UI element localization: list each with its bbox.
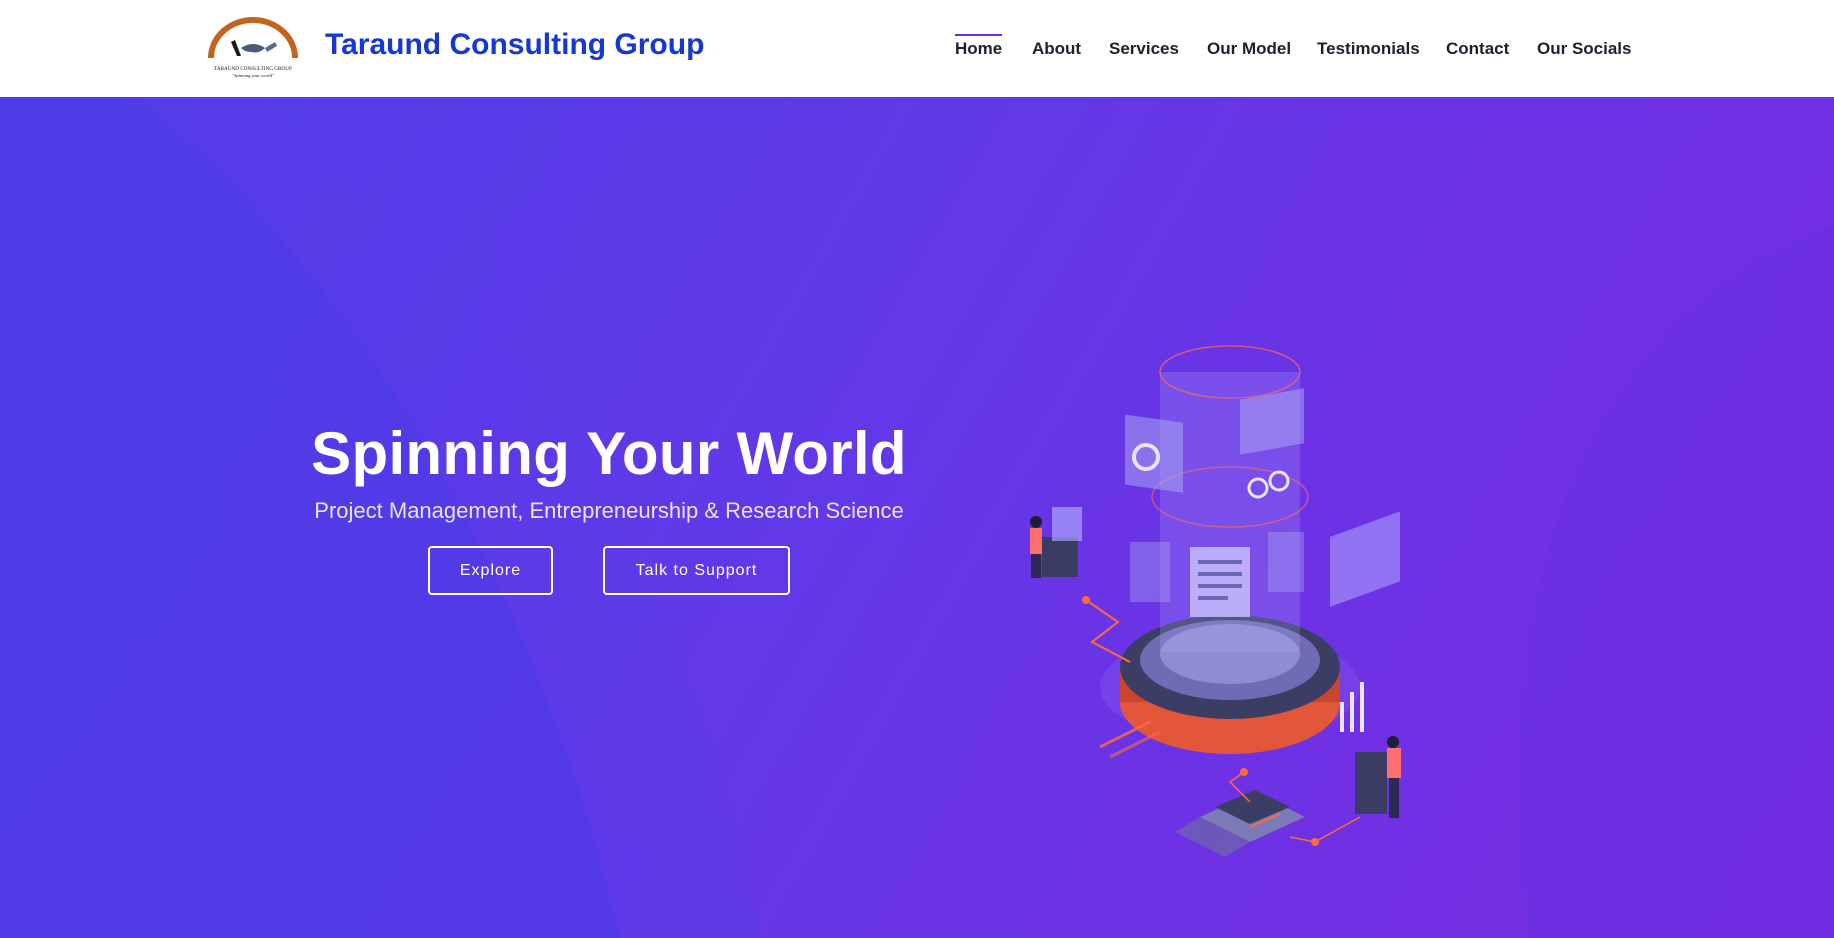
- logo-tagline: "Spinning your world": [232, 73, 274, 78]
- nav-contact-label: Contact: [1446, 39, 1510, 58]
- nav-about-label: About: [1032, 39, 1082, 58]
- nav-services[interactable]: Services: [1109, 36, 1179, 59]
- brand-name[interactable]: Taraund Consulting Group: [325, 28, 704, 62]
- nav-our-model[interactable]: Our Model: [1207, 36, 1291, 59]
- logo-caption: TARAUND CONSULTING GROUP: [214, 66, 292, 72]
- nav-testimonials[interactable]: Testimonials: [1317, 36, 1420, 59]
- nav-testimonials-label: Testimonials: [1317, 39, 1420, 58]
- nav-services-label: Services: [1109, 39, 1179, 58]
- nav-about[interactable]: About: [1032, 36, 1081, 59]
- nav-our-socials-label: Our Socials: [1537, 39, 1632, 58]
- nav-contact[interactable]: Contact: [1446, 36, 1509, 59]
- nav-home[interactable]: Home: [955, 34, 1003, 59]
- site-header: TARAUND CONSULTING GROUP "Spinning your …: [0, 0, 1834, 97]
- isometric-tower-illustration: [1030, 345, 1401, 857]
- talk-to-support-button[interactable]: Talk to Support: [603, 546, 790, 595]
- explore-button[interactable]: Explore: [428, 546, 553, 595]
- hero-section: Spinning Your World Project Management, …: [0, 97, 1834, 938]
- company-logo[interactable]: TARAUND CONSULTING GROUP "Spinning your …: [203, 12, 303, 82]
- nav-home-label: Home: [955, 39, 1003, 58]
- nav-our-model-label: Our Model: [1207, 39, 1292, 58]
- nav-our-socials[interactable]: Our Socials: [1537, 36, 1631, 59]
